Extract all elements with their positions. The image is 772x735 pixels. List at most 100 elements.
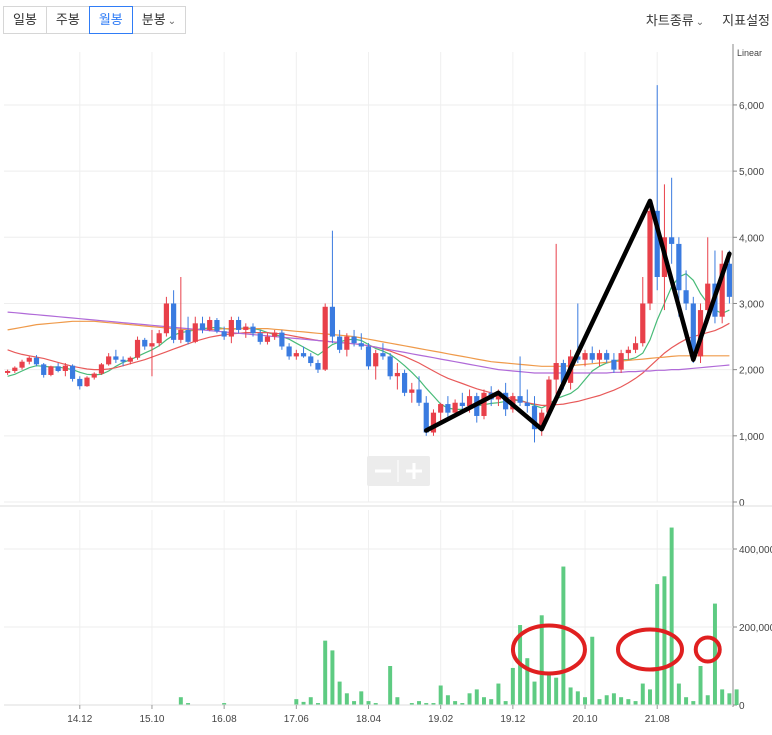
highlight-circle-annotation bbox=[510, 623, 587, 676]
candle-body bbox=[185, 329, 191, 342]
volume-bar bbox=[626, 699, 631, 705]
volume-bar bbox=[525, 658, 530, 705]
volume-bar bbox=[467, 693, 472, 705]
volume-bar bbox=[633, 701, 638, 705]
candle-body bbox=[235, 320, 242, 330]
x-tick-label: 19.12 bbox=[500, 714, 525, 725]
candle-body bbox=[250, 326, 256, 334]
candle-body bbox=[517, 396, 523, 403]
volume-bar bbox=[482, 697, 486, 705]
candle-body bbox=[12, 367, 18, 371]
candle-body bbox=[264, 336, 271, 342]
candle-body bbox=[409, 389, 415, 393]
volume-bar bbox=[720, 689, 725, 705]
y-tick-label: 5,000 bbox=[739, 167, 764, 178]
candle-body bbox=[156, 333, 162, 344]
candle-body bbox=[279, 332, 285, 347]
x-tick-label: 19.02 bbox=[428, 714, 453, 725]
volume-bar bbox=[705, 695, 710, 705]
candle-body bbox=[351, 336, 357, 344]
candle-body bbox=[582, 353, 588, 360]
candle-body bbox=[178, 329, 184, 340]
candle-body bbox=[98, 364, 105, 374]
indicator-settings-label: 지표설정 bbox=[722, 13, 770, 28]
candle-body bbox=[625, 349, 631, 354]
candle-body bbox=[445, 404, 451, 413]
candle-body bbox=[127, 357, 133, 362]
candle-body bbox=[373, 353, 379, 367]
candle-body bbox=[257, 333, 263, 342]
x-tick-label: 14.12 bbox=[67, 714, 92, 725]
volume-bar bbox=[640, 683, 645, 705]
candle-body bbox=[394, 372, 400, 377]
volume-bar bbox=[698, 666, 703, 705]
candle-body bbox=[221, 331, 227, 337]
candle-body bbox=[113, 356, 119, 360]
candle-body bbox=[207, 320, 213, 330]
candle-body bbox=[55, 366, 61, 371]
volume-bar bbox=[178, 697, 183, 705]
indicator-settings-menu[interactable]: 지표설정 bbox=[722, 10, 770, 29]
candle-body bbox=[344, 336, 350, 350]
tab-monthly[interactable]: 월봉 bbox=[88, 6, 133, 34]
volume-bar bbox=[294, 699, 299, 705]
candle-body bbox=[228, 320, 234, 337]
candle-body bbox=[5, 370, 11, 373]
volume-bar bbox=[489, 699, 494, 705]
candle-body bbox=[365, 346, 372, 367]
candle-body bbox=[322, 306, 328, 370]
x-tick-label: 18.04 bbox=[356, 714, 381, 725]
candle-body bbox=[596, 353, 603, 360]
chart-type-menu[interactable]: 차트종류 ⌄ bbox=[646, 10, 704, 29]
candle-body bbox=[632, 343, 639, 350]
candle-body bbox=[401, 372, 408, 393]
candle-body bbox=[683, 290, 689, 304]
volume-bar bbox=[712, 603, 717, 705]
volume-bar bbox=[669, 527, 674, 705]
volume-bar bbox=[359, 691, 364, 705]
volume-bar bbox=[676, 683, 681, 705]
tab-minute-label: 분봉 bbox=[141, 12, 166, 27]
volume-bar bbox=[727, 693, 732, 705]
candle-body bbox=[214, 320, 220, 332]
candle-body bbox=[106, 356, 112, 365]
candle-body bbox=[142, 339, 148, 347]
volume-bar bbox=[590, 636, 595, 705]
volume-bar bbox=[684, 697, 689, 705]
candle-body bbox=[77, 378, 83, 387]
volume-bar bbox=[554, 677, 559, 705]
candle-body bbox=[26, 357, 32, 362]
candle-body bbox=[647, 210, 653, 304]
tab-minute[interactable]: 분봉 ⌄ bbox=[131, 6, 187, 34]
candle-body bbox=[134, 339, 141, 358]
y-tick-label: 1,000 bbox=[739, 432, 764, 443]
volume-y-tick-label: 400,000 bbox=[739, 545, 772, 556]
y-tick-label: 2,000 bbox=[739, 366, 764, 377]
period-tabs: 일봉 주봉 월봉 분봉 ⌄ bbox=[3, 6, 187, 34]
volume-bar bbox=[388, 666, 393, 705]
candle-body bbox=[669, 237, 675, 244]
candle-body bbox=[272, 332, 278, 337]
candle-body bbox=[358, 343, 364, 347]
candle-body bbox=[192, 323, 198, 342]
y-tick-label: 0 bbox=[739, 498, 745, 509]
volume-bar bbox=[330, 650, 335, 705]
candle-body bbox=[300, 353, 307, 357]
volume-bar bbox=[691, 701, 696, 705]
candle-body bbox=[604, 353, 610, 360]
volume-bar bbox=[568, 687, 573, 705]
y-tick-label: 4,000 bbox=[739, 233, 764, 244]
y-tick-label: 3,000 bbox=[739, 299, 764, 310]
candle-body bbox=[41, 364, 47, 375]
candle-body bbox=[452, 402, 458, 413]
candle-body bbox=[163, 303, 169, 334]
candle-body bbox=[589, 353, 595, 360]
candle-body bbox=[553, 363, 559, 380]
tab-daily[interactable]: 일봉 bbox=[3, 6, 47, 34]
candle-body bbox=[459, 402, 465, 407]
volume-bar bbox=[438, 685, 443, 705]
candle-body bbox=[199, 323, 206, 330]
tab-weekly[interactable]: 주봉 bbox=[45, 6, 90, 34]
volume-bar bbox=[308, 697, 313, 705]
chart-area: 6,000 5,000 4,000 3,000 2,000 1,000 0 Linear 400… bbox=[0, 40, 772, 730]
